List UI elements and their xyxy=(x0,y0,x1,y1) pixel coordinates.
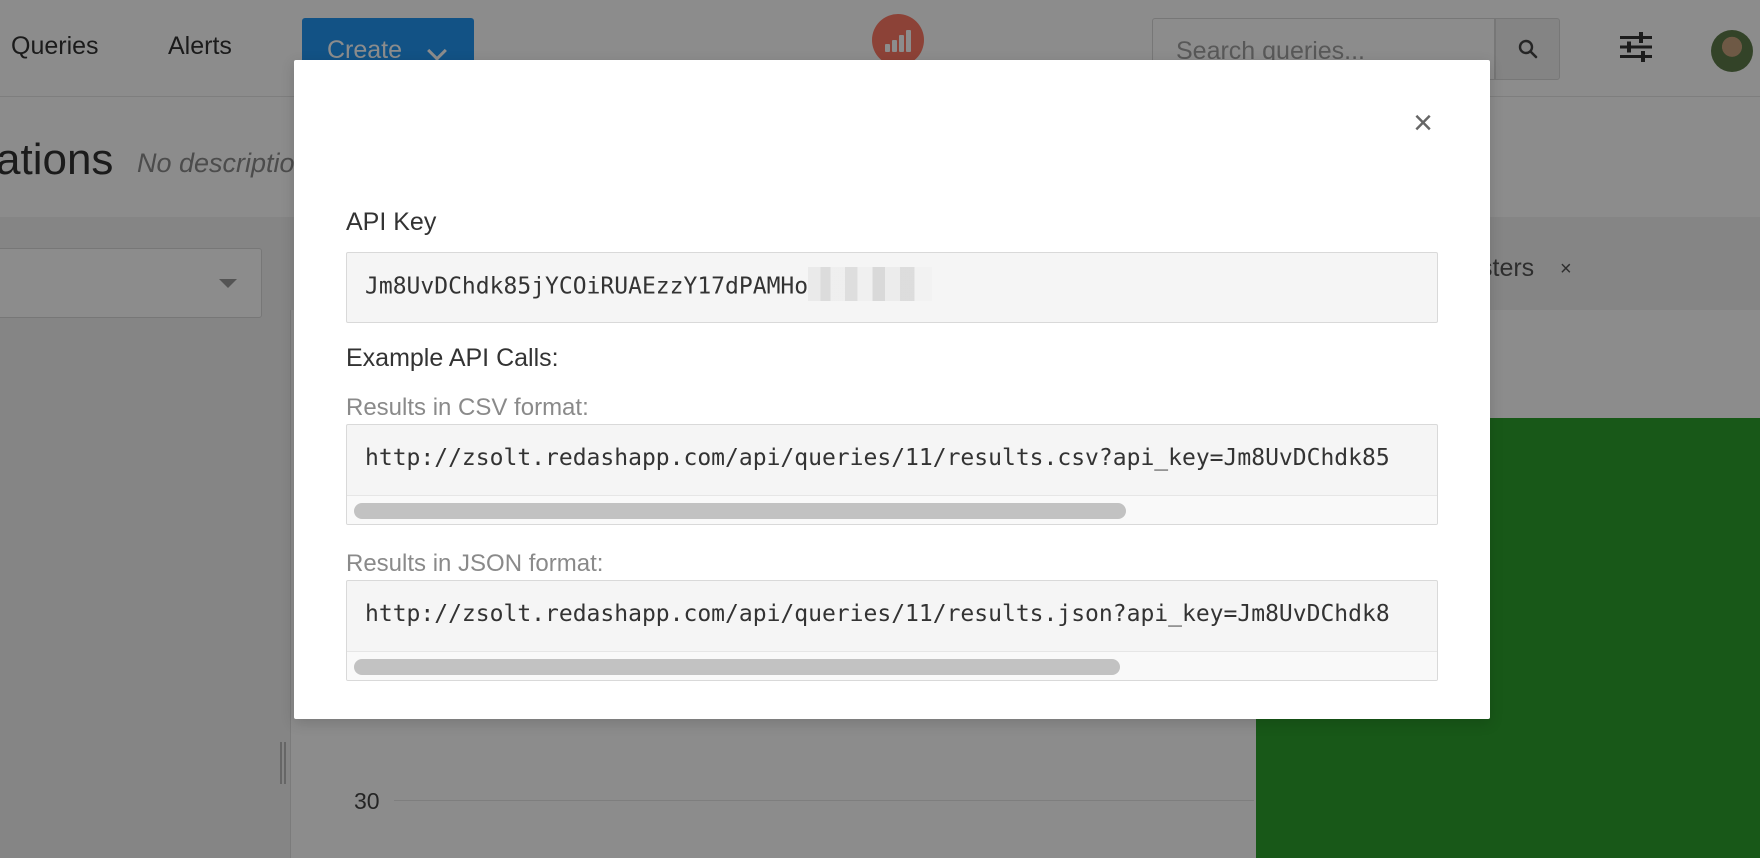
example-api-calls-heading: Example API Calls: xyxy=(346,344,559,372)
json-url-text[interactable]: http://zsolt.redashapp.com/api/queries/1… xyxy=(365,601,1390,627)
csv-format-label: Results in CSV format: xyxy=(346,394,589,421)
api-key-value: Jm8UvDChdk85jYCOiRUAEzzY17dPAMHo xyxy=(365,273,809,300)
csv-scrollbar-thumb[interactable] xyxy=(354,503,1126,519)
csv-url-box[interactable]: http://zsolt.redashapp.com/api/queries/1… xyxy=(346,424,1438,525)
json-format-label: Results in JSON format: xyxy=(346,550,604,577)
csv-url-text[interactable]: http://zsolt.redashapp.com/api/queries/1… xyxy=(365,445,1390,471)
api-key-field[interactable]: Jm8UvDChdk85jYCOiRUAEzzY17dPAMHo xyxy=(346,252,1438,323)
api-key-dialog: × API Key Jm8UvDChdk85jYCOiRUAEzzY17dPAM… xyxy=(294,60,1490,719)
json-scrollbar-thumb[interactable] xyxy=(354,659,1120,675)
json-scrollbar[interactable] xyxy=(347,651,1437,680)
json-url-box[interactable]: http://zsolt.redashapp.com/api/queries/1… xyxy=(346,580,1438,681)
csv-scrollbar[interactable] xyxy=(347,495,1437,524)
api-key-label: API Key xyxy=(346,208,437,236)
close-icon[interactable]: × xyxy=(1408,106,1438,140)
redacted-key-mask xyxy=(808,267,933,301)
